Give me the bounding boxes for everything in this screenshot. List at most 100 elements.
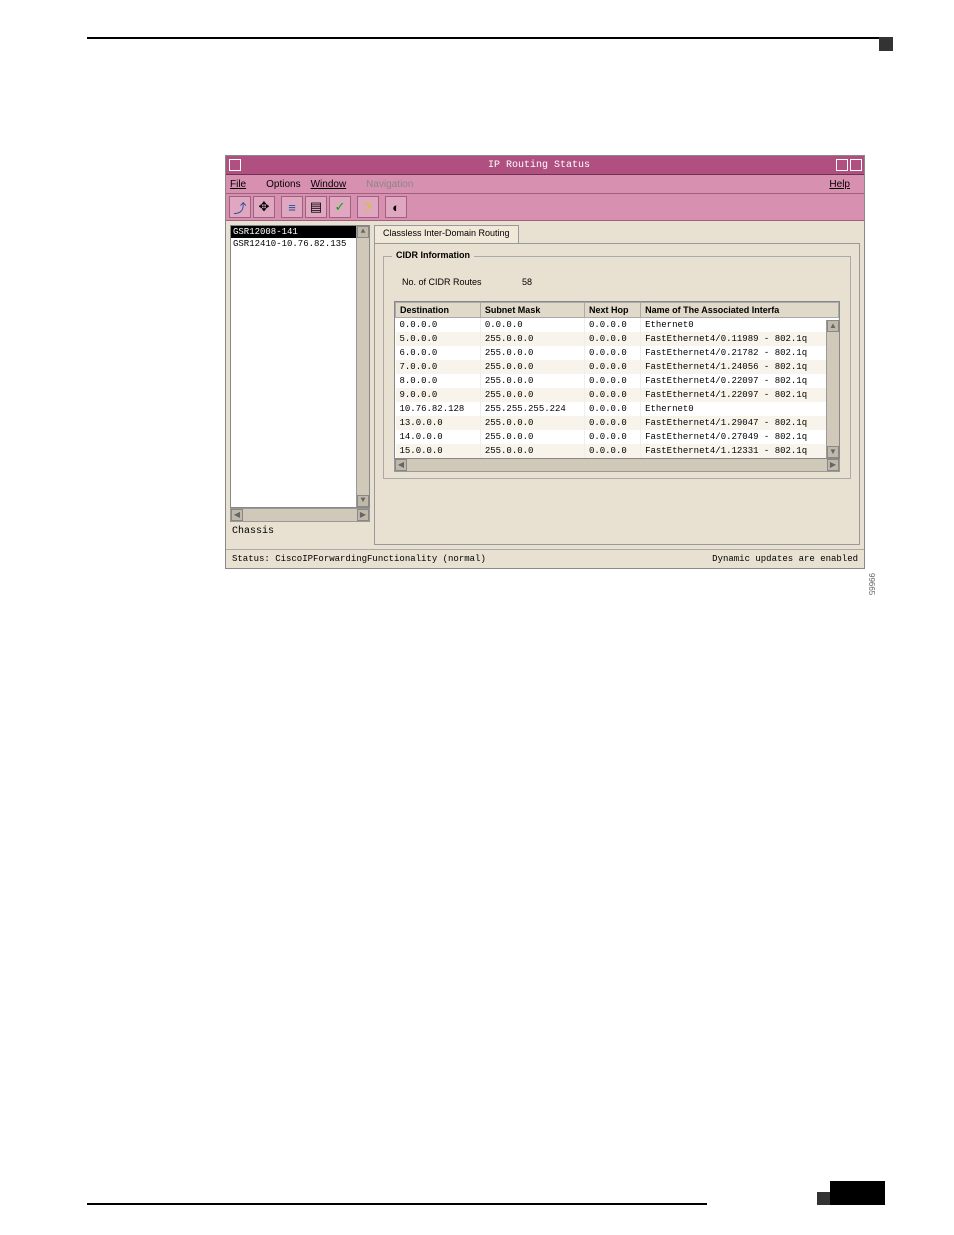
scroll-down-icon[interactable]: ▼: [357, 495, 369, 507]
toolbar-btn-3[interactable]: ≡: [281, 196, 303, 218]
toolbar-btn-4[interactable]: ▤: [305, 196, 327, 218]
minimize-button[interactable]: [836, 159, 848, 171]
table-cell: 255.0.0.0: [480, 388, 584, 402]
table-cell: 255.255.255.224: [480, 402, 584, 416]
table-cell: 6.0.0.0: [396, 346, 481, 360]
menu-help[interactable]: Help: [829, 179, 860, 190]
menu-options[interactable]: Options: [266, 179, 300, 190]
status-right: Dynamic updates are enabled: [712, 554, 858, 564]
col-subnet[interactable]: Subnet Mask: [480, 303, 584, 318]
statusbar: Status: CiscoIPForwardingFunctionality (…: [226, 549, 864, 568]
table-cell: 255.0.0.0: [480, 444, 584, 458]
tab-row: Classless Inter-Domain Routing: [374, 225, 860, 243]
tab-body: CIDR Information No. of CIDR Routes 58 D…: [374, 243, 860, 545]
toolbar-btn-1[interactable]: ⤴: [229, 196, 251, 218]
table-cell: FastEthernet4/0.11989 - 802.1q: [641, 332, 839, 346]
table-cell: FastEthernet4/1.12331 - 802.1q: [641, 444, 839, 458]
table-cell: 255.0.0.0: [480, 416, 584, 430]
table-row[interactable]: 14.0.0.0255.0.0.00.0.0.0FastEthernet4/0.…: [396, 430, 839, 444]
scroll-right-icon[interactable]: ▶: [827, 459, 839, 471]
fieldset-cidr: CIDR Information No. of CIDR Routes 58 D…: [383, 256, 851, 479]
table-cell: 7.0.0.0: [396, 360, 481, 374]
table-cell: FastEthernet4/0.21782 - 802.1q: [641, 346, 839, 360]
table-cell: 0.0.0.0: [584, 430, 640, 444]
page-footer-block: [830, 1181, 885, 1205]
app-window: IP Routing Status File Options Window Na…: [225, 155, 865, 569]
table-cell: 14.0.0.0: [396, 430, 481, 444]
table-cell: 255.0.0.0: [480, 430, 584, 444]
scroll-left-icon[interactable]: ◀: [395, 459, 407, 471]
table-scrollbar-vertical[interactable]: ▲ ▼: [826, 320, 839, 458]
table-cell: 0.0.0.0: [480, 318, 584, 333]
scroll-up-icon[interactable]: ▲: [357, 226, 369, 238]
col-destination[interactable]: Destination: [396, 303, 481, 318]
toolbar: ⤴ ✥ ≡ ▤ ✓ ? ◐: [226, 194, 864, 221]
table-cell: 5.0.0.0: [396, 332, 481, 346]
tree-label: Chassis: [230, 522, 370, 545]
table-row[interactable]: 10.76.82.128255.255.255.2240.0.0.0Ethern…: [396, 402, 839, 416]
menu-file[interactable]: File: [230, 179, 256, 190]
window-menu-icon[interactable]: [229, 159, 241, 171]
scroll-down-icon[interactable]: ▼: [827, 446, 839, 458]
table-row[interactable]: 7.0.0.0255.0.0.00.0.0.0FastEthernet4/1.2…: [396, 360, 839, 374]
table-cell: Ethernet0: [641, 318, 839, 333]
toolbar-btn-2[interactable]: ✥: [253, 196, 275, 218]
table-cell: 0.0.0.0: [584, 444, 640, 458]
figure-id: 99665: [867, 573, 876, 595]
table-row[interactable]: 5.0.0.0255.0.0.00.0.0.0FastEthernet4/0.1…: [396, 332, 839, 346]
table-row[interactable]: 9.0.0.0255.0.0.00.0.0.0FastEthernet4/1.2…: [396, 388, 839, 402]
table-cell: 0.0.0.0: [584, 332, 640, 346]
page-footer-gap: [817, 1192, 830, 1205]
toolbar-btn-5[interactable]: ✓: [329, 196, 351, 218]
col-nexthop[interactable]: Next Hop: [584, 303, 640, 318]
table-cell: FastEthernet4/0.27049 - 802.1q: [641, 430, 839, 444]
table-cell: 0.0.0.0: [584, 346, 640, 360]
table-cell: 255.0.0.0: [480, 346, 584, 360]
table-row[interactable]: 6.0.0.0255.0.0.00.0.0.0FastEthernet4/0.2…: [396, 346, 839, 360]
table-cell: FastEthernet4/1.22097 - 802.1q: [641, 388, 839, 402]
menu-navigation: Navigation: [366, 179, 413, 190]
maximize-button[interactable]: [850, 159, 862, 171]
table-row[interactable]: 0.0.0.00.0.0.00.0.0.0Ethernet0: [396, 318, 839, 333]
table-cell: 13.0.0.0: [396, 416, 481, 430]
table-row[interactable]: 13.0.0.0255.0.0.00.0.0.0FastEthernet4/1.…: [396, 416, 839, 430]
fieldset-legend: CIDR Information: [392, 250, 474, 260]
tree-scrollbar-vertical[interactable]: ▲ ▼: [356, 226, 369, 507]
tree-list[interactable]: GSR12008-141 GSR12410-10.76.82.135 ▲ ▼: [230, 225, 370, 508]
routes-count-label: No. of CIDR Routes: [402, 277, 522, 287]
tree-item[interactable]: GSR12410-10.76.82.135: [231, 238, 369, 250]
table-cell: 0.0.0.0: [584, 360, 640, 374]
tree-pane: GSR12008-141 GSR12410-10.76.82.135 ▲ ▼ ◀…: [230, 225, 370, 545]
menu-window[interactable]: Window: [311, 179, 357, 190]
window-title: IP Routing Status: [244, 160, 834, 171]
content-pane: Classless Inter-Domain Routing CIDR Info…: [374, 225, 860, 545]
page-header-rule: [87, 37, 885, 57]
table-scrollbar-horizontal[interactable]: ◀ ▶: [394, 458, 840, 472]
main-area: GSR12008-141 GSR12410-10.76.82.135 ▲ ▼ ◀…: [226, 221, 864, 549]
titlebar: IP Routing Status: [226, 156, 864, 175]
col-interface[interactable]: Name of The Associated Interfa: [641, 303, 839, 318]
tree-item-selected[interactable]: GSR12008-141: [231, 226, 369, 238]
table-cell: 0.0.0.0: [584, 318, 640, 333]
toolbar-btn-6[interactable]: ◐: [385, 196, 407, 218]
toolbar-help-icon[interactable]: ?: [357, 196, 379, 218]
scroll-right-icon[interactable]: ▶: [357, 509, 369, 521]
table-row[interactable]: 8.0.0.0255.0.0.00.0.0.0FastEthernet4/0.2…: [396, 374, 839, 388]
tree-scrollbar-horizontal[interactable]: ◀ ▶: [230, 508, 370, 522]
table-row[interactable]: 15.0.0.0255.0.0.00.0.0.0FastEthernet4/1.…: [396, 444, 839, 458]
routes-count-row: No. of CIDR Routes 58: [394, 277, 840, 287]
table-cell: 15.0.0.0: [396, 444, 481, 458]
table-cell: 8.0.0.0: [396, 374, 481, 388]
table-cell: FastEthernet4/0.22097 - 802.1q: [641, 374, 839, 388]
page-footer-rule: [87, 1203, 707, 1205]
status-left: Status: CiscoIPForwardingFunctionality (…: [232, 554, 486, 564]
table-cell: 255.0.0.0: [480, 332, 584, 346]
table-cell: Ethernet0: [641, 402, 839, 416]
tab-cidr[interactable]: Classless Inter-Domain Routing: [374, 225, 519, 243]
table-cell: 0.0.0.0: [584, 374, 640, 388]
scroll-left-icon[interactable]: ◀: [231, 509, 243, 521]
table-cell: 0.0.0.0: [584, 388, 640, 402]
scroll-up-icon[interactable]: ▲: [827, 320, 839, 332]
table-cell: 255.0.0.0: [480, 374, 584, 388]
cidr-table: Destination Subnet Mask Next Hop Name of…: [395, 302, 839, 458]
